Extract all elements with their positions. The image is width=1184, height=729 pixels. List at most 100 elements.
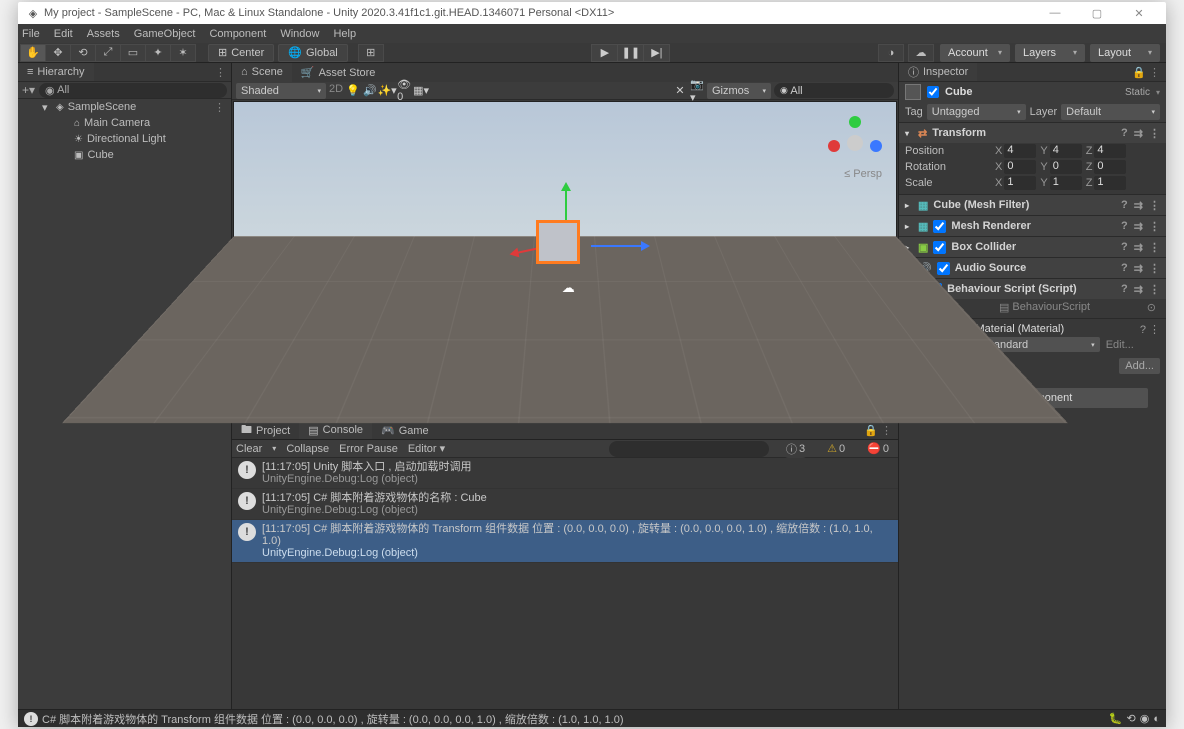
camera-gizmo-icon[interactable]: ☁ [562,280,575,296]
static-dropdown[interactable]: ▾ [1156,88,1160,97]
panel-menu-icon[interactable]: ⋮ [215,66,231,79]
hierarchy-item-cube[interactable]: ▣Cube [18,147,231,163]
object-name[interactable]: Cube [945,86,973,98]
panel-lock-icon[interactable]: 🔒 ⋮ [1126,66,1166,79]
transform-tool[interactable]: ✦ [145,44,171,62]
scene-search[interactable]: ◉ All [774,83,894,98]
custom-tool[interactable]: ✶ [170,44,196,62]
2d-toggle[interactable]: 2D [329,83,343,99]
hand-tool[interactable]: ✋ [20,44,46,62]
gizmo-x-axis[interactable] [591,245,647,247]
pause-button[interactable]: ❚❚ [617,44,644,62]
shading-dropdown[interactable]: Shaded [236,83,326,99]
light-icon[interactable]: 💡 [346,84,360,98]
hierarchy-item-camera[interactable]: ⌂Main Camera [18,115,231,131]
position-x[interactable]: 4 [1004,144,1036,158]
global-toggle[interactable]: 🌐Global [278,44,348,62]
menu-help[interactable]: Help [333,28,356,40]
editor-dropdown[interactable]: Editor ▾ [408,442,445,455]
close-button[interactable]: ✕ [1120,7,1158,20]
layout-dropdown[interactable]: Layout [1090,44,1160,62]
hidden-icon[interactable]: 👁0 [397,84,411,98]
menu-assets[interactable]: Assets [87,28,120,40]
camera-icon[interactable]: 📷▾ [690,84,704,98]
cloud-icon[interactable]: ☁ [908,44,934,62]
script-field[interactable]: ▤BehaviourScript⊙ [995,300,1160,314]
status-icon[interactable]: ◉ [1140,712,1150,725]
menu-edit[interactable]: Edit [54,28,73,40]
gizmos-dropdown[interactable]: Gizmos [707,83,771,99]
log-row[interactable]: ! [11:17:05] C# 脚本附着游戏物体的 Transform 组件数据… [232,520,898,563]
collab-icon[interactable]: ◑ [878,44,904,62]
menu-icon[interactable]: ⋮ [1149,127,1160,140]
account-dropdown[interactable]: Account [940,44,1010,62]
collider-enabled[interactable] [933,241,946,254]
scene-row[interactable]: ▾ ◈SampleScene ⋮ [18,99,231,115]
component-box-collider[interactable]: ▸▣Box Collider?⇉⋮ [899,237,1166,257]
tab-scene[interactable]: ⌂Scene [232,63,292,82]
play-button[interactable]: ▶ [591,44,618,62]
grid-icon[interactable]: ▦▾ [414,84,428,98]
rect-tool[interactable]: ▭ [120,44,146,62]
minimize-button[interactable]: — [1036,7,1074,19]
menu-window[interactable]: Window [280,28,319,40]
active-checkbox[interactable] [927,86,939,98]
maximize-icon[interactable]: 🔒 ⋮ [858,424,898,437]
snap-toggle[interactable]: ⊞ [358,44,384,62]
renderer-enabled[interactable] [933,220,946,233]
scale-z[interactable]: 1 [1094,176,1126,190]
info-count[interactable]: ⓘ3 [781,440,810,458]
status-icon[interactable]: ◐ [1153,713,1160,725]
position-y[interactable]: 4 [1050,144,1082,158]
rotate-tool[interactable]: ⟲ [70,44,96,62]
edit-button[interactable]: Edit... [1106,339,1134,351]
tab-hierarchy[interactable]: ≡Hierarchy [18,63,94,81]
tab-game[interactable]: 🎮Game [372,422,438,439]
scale-tool[interactable]: ⤢ [95,44,121,62]
help-icon[interactable]: ? ⋮ [1140,323,1160,336]
hierarchy-item-light[interactable]: ☀Directional Light [18,131,231,147]
tag-dropdown[interactable]: Untagged [927,104,1026,120]
maximize-button[interactable]: ▢ [1078,7,1116,20]
tab-inspector[interactable]: ⓘInspector [899,63,977,81]
rotation-x[interactable]: 0 [1004,160,1036,174]
status-icon[interactable]: 🐛 [1109,712,1123,725]
step-button[interactable]: ▶| [643,44,670,62]
cube-mesh[interactable] [536,220,580,264]
position-z[interactable]: 4 [1094,144,1126,158]
layer-dropdown[interactable]: Default [1061,104,1160,120]
menu-gameobject[interactable]: GameObject [134,28,196,40]
tab-console[interactable]: ▤Console [299,422,372,439]
log-row[interactable]: ! [11:17:05] C# 脚本附着游戏物体的名称 : CubeUnityE… [232,489,898,520]
add-button[interactable]: Add... [1119,358,1160,374]
scale-y[interactable]: 1 [1050,176,1082,190]
status-icon[interactable]: ⟲ [1127,712,1136,725]
help-icon[interactable]: ? [1121,127,1128,140]
orientation-gizmo[interactable]: ≤ Persp [824,112,886,174]
component-audio-source[interactable]: ▸🔊Audio Source?⇉⋮ [899,258,1166,278]
scale-x[interactable]: 1 [1004,176,1036,190]
component-mesh-renderer[interactable]: ▸▦Mesh Renderer?⇉⋮ [899,216,1166,236]
menu-component[interactable]: Component [209,28,266,40]
layers-dropdown[interactable]: Layers [1015,44,1085,62]
collapse-button[interactable]: Collapse [286,443,329,455]
fx-icon[interactable]: ✨▾ [380,84,394,98]
pivot-toggle[interactable]: ⊞Center [208,44,274,62]
log-row[interactable]: ! [11:17:05] Unity 脚本入口 , 启动加载时调用UnityEn… [232,458,898,489]
console-search[interactable] [609,441,769,457]
preset-icon[interactable]: ⇉ [1134,127,1143,140]
menu-file[interactable]: File [22,28,40,40]
scene-view[interactable]: ☁ ≤ Persp [233,101,897,421]
tab-project[interactable]: 🖿Project [232,422,299,439]
warn-count[interactable]: ⚠0 [822,441,850,456]
tab-asset-store[interactable]: 🛒Asset Store [292,63,385,82]
audio-icon[interactable]: 🔊 [363,84,377,98]
component-transform[interactable]: ▾ ⇄ Transform ?⇉⋮ [899,123,1166,143]
clear-button[interactable]: Clear [236,443,262,455]
move-tool[interactable]: ✥ [45,44,71,62]
error-pause-button[interactable]: Error Pause [339,443,398,455]
tools-icon[interactable]: ✕ [673,84,687,98]
rotation-z[interactable]: 0 [1094,160,1126,174]
error-count[interactable]: ⛔0 [862,441,894,456]
component-mesh-filter[interactable]: ▸▦Cube (Mesh Filter)?⇉⋮ [899,195,1166,215]
